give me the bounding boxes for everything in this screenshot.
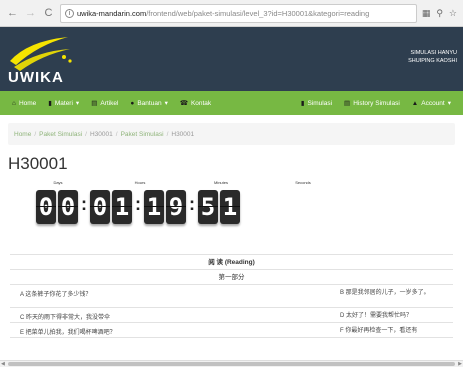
browser-toolbar: ← → C i uwika-mandarin.com/frontend/web/… (0, 0, 463, 27)
table-row: C 昨天的雨下得非常大，我没带伞 D 太好了！需要我帮忙吗？ (10, 308, 453, 323)
address-bar[interactable]: i uwika-mandarin.com/frontend/web/paket-… (60, 3, 417, 23)
list-icon: ▤ (344, 100, 351, 107)
forward-icon[interactable]: → (24, 7, 37, 20)
question-table: 阅 读 (Reading) 第一部分 A 这条裤子你花了多少钱？ B 那是我邻居… (10, 254, 453, 338)
breadcrumb-paket-simulasi[interactable]: Paket Simulasi (39, 131, 82, 138)
countdown-label-days: Days (53, 180, 63, 185)
option-text: E 把菜单儿拍我，我们喝杯啤酒吧？ (20, 330, 116, 336)
scroll-left-icon[interactable]: ◀ (1, 361, 5, 367)
countdown-colon: : (81, 194, 87, 214)
countdown-digit: 0 (36, 190, 56, 224)
header-user-line2: SHUIPING KAOSHI (408, 58, 457, 64)
header-user-line1: SIMULASI HANYU (410, 50, 457, 56)
option-text: A 这条裤子你花了多少钱？ (20, 292, 92, 298)
countdown-digit: 1 (220, 190, 240, 224)
option-text: B 那是我邻居的儿子，一岁多了。 (340, 290, 430, 296)
user-icon: ▲ (411, 99, 419, 107)
nav-label: Bantuan (137, 99, 162, 107)
countdown-digit: 1 (112, 190, 132, 224)
nav-history-simulasi[interactable]: ▤ History Simulasi (338, 91, 406, 115)
list-icon: ▤ (91, 100, 98, 107)
countdown-digit: 0 (58, 190, 78, 224)
breadcrumb-h30001: H30001 (89, 130, 113, 138)
nav-label: Home (18, 99, 37, 107)
table-row: A 这条裤子你花了多少钱？ B 那是我邻居的儿子，一岁多了。 (10, 285, 453, 308)
site-logo[interactable]: UWIKA (8, 69, 64, 86)
nav-artikel[interactable]: ▤ Artikel (85, 91, 124, 115)
countdown-digit: 5 (198, 190, 218, 224)
section-title: 阅 读 (Reading) (10, 255, 453, 270)
breadcrumb-separator: / (85, 130, 87, 138)
zoom-icon[interactable]: ⚲ (436, 8, 443, 19)
book-icon: ▮ (48, 100, 52, 107)
logo-swoosh-icon (10, 37, 72, 71)
site-header: UWIKA SIMULASI HANYU SHUIPING KAOSHI (0, 27, 463, 91)
nav-account[interactable]: ▲ Account ▾ (406, 91, 457, 115)
home-icon: ⌂ (12, 99, 16, 107)
countdown-label-seconds: Seconds (295, 180, 311, 185)
nav-label: Account (421, 99, 445, 107)
header-user-info: SIMULASI HANYU SHUIPING KAOSHI (408, 49, 457, 65)
url-path: /frontend/web/paket-simulasi/level_3?id=… (146, 8, 370, 18)
breadcrumb-separator: / (166, 130, 169, 138)
breadcrumb-paket-simulasi-2[interactable]: Paket Simulasi (121, 131, 164, 138)
phone-icon: ☎ (179, 100, 188, 107)
countdown-digit: 9 (166, 190, 186, 224)
horizontal-scrollbar[interactable]: ◀ ▶ (0, 360, 463, 367)
caret-down-icon: ▾ (447, 100, 451, 107)
table-row: E 把菜单儿拍我，我们喝杯啤酒吧？ F 你最好再检查一下，看还有 (10, 323, 453, 338)
nav-label: Simulasi (307, 99, 333, 107)
breadcrumb-separator: / (34, 130, 37, 138)
nav-simulasi[interactable]: ▮ Simulasi (295, 91, 338, 115)
nav-kontak[interactable]: ☎ Kontak (174, 91, 217, 115)
scroll-right-icon[interactable]: ▶ (458, 361, 462, 367)
caret-down-icon: ▾ (75, 100, 80, 107)
breadcrumb-current: H30001 (171, 130, 195, 138)
countdown-label-minutes: Minutes (213, 180, 228, 185)
nav-home[interactable]: ⌂ Home (6, 91, 42, 115)
nav-label: Kontak (190, 99, 212, 107)
back-icon[interactable]: ← (6, 7, 19, 20)
main-nav: ⌂ Home ▮ Materi ▾ ▤ Artikel ● Bantuan ▾ ☎ Konta… (0, 91, 463, 115)
option-text: F 你最好再检查一下，看还有 (340, 328, 418, 334)
breadcrumb-separator: / (115, 130, 118, 138)
scrollbar-thumb[interactable] (8, 362, 455, 366)
file-icon: ▮ (300, 100, 305, 107)
reload-icon[interactable]: C (42, 7, 55, 20)
star-icon[interactable]: ☆ (449, 8, 457, 19)
option-text: C 昨天的雨下得非常大，我没带伞 (20, 315, 111, 321)
question-icon: ● (130, 99, 135, 107)
countdown-colon: : (189, 194, 195, 214)
breadcrumb: Home / Paket Simulasi / H30001 / Paket S… (8, 123, 455, 145)
info-icon[interactable]: i (65, 8, 74, 18)
countdown-digit: 0 (90, 190, 110, 224)
translate-icon[interactable]: ▦ (422, 8, 431, 19)
url-host: uwika-mandarin.com (77, 8, 147, 18)
countdown-timer: Days Hours Minutes Seconds 0 0 : 0 1 : 1… (0, 180, 463, 250)
countdown-colon: : (135, 194, 141, 214)
caret-down-icon: ▾ (164, 100, 168, 107)
page-title: H30001 (8, 154, 68, 173)
breadcrumb-home[interactable]: Home (14, 131, 31, 138)
countdown-digit: 1 (144, 190, 164, 224)
nav-label: History Simulasi (353, 99, 400, 107)
countdown-label-hours: Hours (134, 180, 146, 185)
nav-materi[interactable]: ▮ Materi ▾ (42, 91, 85, 115)
option-text: D 太好了！需要我帮忙吗？ (340, 313, 413, 319)
nav-bantuan[interactable]: ● Bantuan ▾ (124, 91, 173, 115)
nav-label: Artikel (100, 99, 119, 107)
url-text: uwika-mandarin.com/frontend/web/paket-si… (77, 9, 369, 18)
part-title: 第一部分 (10, 270, 453, 285)
nav-label: Materi (54, 99, 73, 107)
